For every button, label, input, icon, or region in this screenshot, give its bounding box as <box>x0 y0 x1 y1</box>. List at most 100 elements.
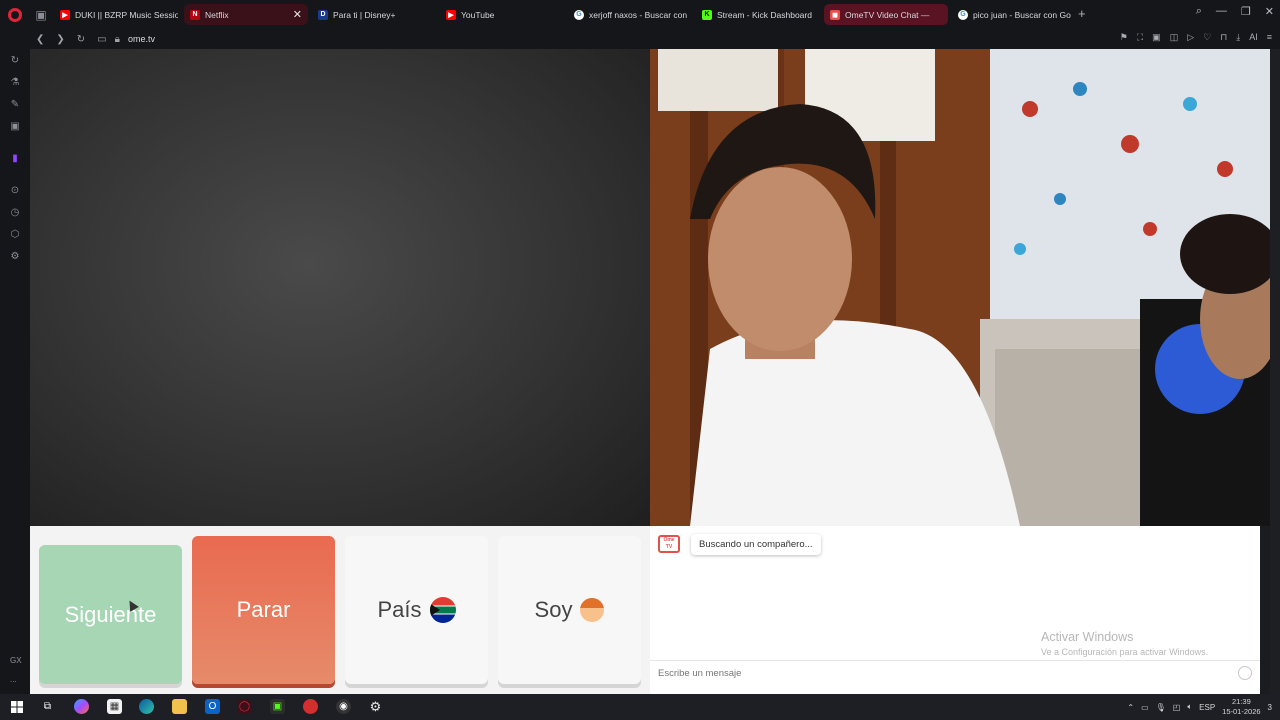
message-input[interactable] <box>650 661 1210 685</box>
snapshot-icon[interactable]: ⛶ <box>1137 32 1143 43</box>
address-bar: ❮ ❯ ↻ ▭ 🔒︎ ome.tv ⚑ ⛶ ▣ ◫ ▷ ♡ ⊓ ⤓ AI ≡ <box>0 29 1280 49</box>
tab-google-pico[interactable]: G pico juan - Buscar con Go <box>952 4 1076 25</box>
tab-netflix[interactable]: N Netflix ✕ <box>184 4 308 25</box>
tray-expand-icon[interactable]: ⌃ <box>1127 703 1134 712</box>
terminal-icon[interactable]: ▣ <box>270 699 285 714</box>
google-icon: G <box>958 9 968 20</box>
language-indicator[interactable]: ESP <box>1199 703 1215 712</box>
google-icon: G <box>574 9 584 20</box>
tab-google-xerjoff[interactable]: G xerjoff naxos - Buscar con <box>568 4 692 25</box>
settings-icon[interactable]: ⚙ <box>9 251 21 263</box>
windows-start-icon[interactable] <box>9 699 24 714</box>
volume-icon[interactable]: 🔈︎ <box>1187 702 1192 712</box>
next-button[interactable]: Siguiente <box>39 545 182 684</box>
outlook-icon[interactable]: O <box>205 699 220 714</box>
wallet-icon[interactable]: ▣ <box>1152 32 1161 43</box>
tab-kick[interactable]: K Stream - Kick Dashboard <box>696 4 820 25</box>
clock-date: 15-01-2026 <box>1222 707 1261 716</box>
tab-label: YouTube <box>461 9 495 20</box>
new-tab-icon[interactable]: + <box>1078 6 1086 21</box>
task-view-icon[interactable]: ⧉ <box>40 699 55 714</box>
bag-icon[interactable]: ⊓ <box>1220 32 1227 43</box>
gender-button[interactable]: Soy <box>498 536 641 684</box>
workspaces-icon[interactable]: ▣ <box>30 0 52 29</box>
windows-activation-watermark: Activar Windows Ve a Configuración para … <box>1041 630 1208 657</box>
ai-button[interactable]: AI <box>1249 32 1258 43</box>
south-africa-flag-icon <box>429 597 456 623</box>
store-icon[interactable]: ▦ <box>107 699 122 714</box>
clock[interactable]: 21:39 15-01-2026 <box>1222 697 1260 717</box>
tab-bar: ▣ ▶ DUKI || BZRP Music Sessio N Netflix … <box>0 0 1280 29</box>
tab-label: OmeTV Video Chat — <box>845 9 930 20</box>
reload-icon[interactable]: ↻ <box>77 34 85 45</box>
settings-app-icon[interactable]: ⚙ <box>368 699 383 714</box>
vpn-icon[interactable]: ◫ <box>1170 32 1179 43</box>
opera-logo-icon[interactable] <box>0 0 30 29</box>
minimize-icon[interactable]: — <box>1216 5 1227 18</box>
kick-icon: K <box>702 9 712 20</box>
youtube-icon: ▶ <box>60 9 70 20</box>
tab-label: pico juan - Buscar con Go <box>973 9 1071 20</box>
country-button[interactable]: País <box>345 536 488 684</box>
extensions-icon[interactable]: ⬡ <box>9 229 21 241</box>
battery-icon[interactable]: ▭ <box>1141 703 1149 712</box>
close-tab-icon[interactable]: ✕ <box>293 8 302 21</box>
flow-icon[interactable]: ⚗ <box>9 77 21 89</box>
menu-icon[interactable]: ≡ <box>1267 32 1272 43</box>
more-icon[interactable]: ... <box>10 675 17 684</box>
self-video <box>650 49 1270 526</box>
tab-duki[interactable]: ▶ DUKI || BZRP Music Sessio <box>54 4 178 25</box>
obs-icon[interactable]: ◉ <box>336 699 351 714</box>
tab-label: Para ti | Disney+ <box>333 9 396 20</box>
boy-face-icon <box>580 598 605 622</box>
notifications-badge[interactable]: 3 <box>1268 703 1272 712</box>
youtube-icon: ▶ <box>446 9 456 20</box>
player-icon[interactable]: ⊙ <box>9 185 21 197</box>
messenger-icon[interactable]: ▣ <box>9 121 21 133</box>
browser-toolbar: ⚑ ⛶ ▣ ◫ ▷ ♡ ⊓ ⤓ AI ≡ <box>1120 32 1272 43</box>
netflix-icon: N <box>190 9 200 20</box>
copilot-icon[interactable] <box>74 699 89 714</box>
camera-icon[interactable]: ▭ <box>97 34 106 45</box>
restore-icon[interactable]: ❐ <box>1241 5 1251 18</box>
tab-ometv[interactable]: ◼ OmeTV Video Chat — <box>824 4 948 25</box>
search-tabs-icon[interactable]: ⌕ <box>1196 5 1202 18</box>
chat-input-bar <box>650 660 1260 686</box>
chrome-icon[interactable] <box>303 699 318 714</box>
twitch-icon[interactable]: ▮ <box>9 153 21 165</box>
history-icon[interactable]: ◷ <box>9 207 21 219</box>
play-icon[interactable]: ▷ <box>1187 32 1194 43</box>
next-label: Siguiente <box>64 601 157 627</box>
partner-video <box>30 49 650 526</box>
sidebar: ↻ ⚗ ✎ ▣ ▮ ⊙ ◷ ⬡ ⚙ GX ... <box>0 49 30 694</box>
page-scrollbar[interactable] <box>1270 49 1280 694</box>
forward-icon[interactable]: ❯ <box>56 34 64 45</box>
tab-label: Stream - Kick Dashboard <box>717 9 812 20</box>
pin-icon[interactable]: ⚑ <box>1120 32 1128 43</box>
taskbar: ⧉ ▦ O ◯ ▣ ◉ ⚙ ⌃ ▭ 🎙︎ ◰ 🔈︎ ESP 21:39 15-0… <box>0 694 1280 720</box>
tab-disney[interactable]: D Para ti | Disney+ <box>312 4 436 25</box>
status-message: Buscando un compañero... <box>691 534 821 555</box>
chat-panel: Ome TV Buscando un compañero... Activar … <box>650 526 1260 694</box>
close-window-icon[interactable]: ✕ <box>1265 5 1274 18</box>
url-field[interactable]: ome.tv <box>128 34 155 44</box>
system-tray: ⌃ ▭ 🎙︎ ◰ 🔈︎ ESP 21:39 15-01-2026 3 <box>1127 694 1272 720</box>
back-icon[interactable]: ❮ <box>36 34 44 45</box>
network-icon[interactable]: ◰ <box>1173 703 1181 712</box>
pencil-icon[interactable]: ✎ <box>9 99 21 111</box>
download-icon[interactable]: ⤓ <box>1236 32 1240 43</box>
stop-button[interactable]: Parar <box>192 536 335 684</box>
tab-youtube[interactable]: ▶ YouTube <box>440 4 564 25</box>
window-controls: ⌕ — ❐ ✕ <box>1196 5 1274 18</box>
country-label: País <box>377 597 422 622</box>
emoji-icon[interactable] <box>1238 666 1252 680</box>
clock-time: 21:39 <box>1231 697 1251 706</box>
microphone-icon[interactable]: 🎙︎ <box>1156 703 1166 712</box>
opera-gx-icon[interactable]: ◯ <box>237 699 252 714</box>
gx-label[interactable]: GX <box>10 656 22 665</box>
heart-icon[interactable]: ♡ <box>1203 32 1211 43</box>
file-explorer-icon[interactable] <box>172 699 187 714</box>
control-panel: Siguiente Parar País Soy <box>30 526 650 694</box>
speed-dial-icon[interactable]: ↻ <box>9 55 21 67</box>
edge-icon[interactable] <box>139 699 154 714</box>
